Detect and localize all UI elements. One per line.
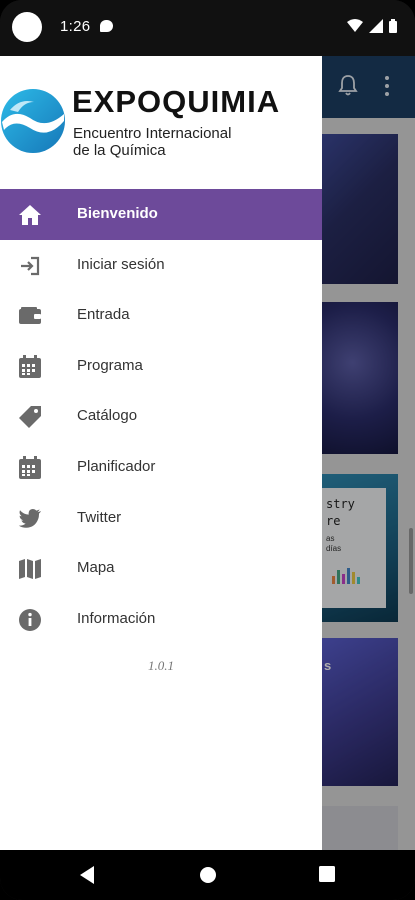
wallet-icon <box>19 307 41 325</box>
camera-cutout <box>12 12 42 42</box>
map-icon <box>19 559 41 580</box>
chat-notification-icon <box>100 20 113 32</box>
phone-screen: 1:26 stry re as días s EXPOQUIMIA Encuen… <box>0 0 415 900</box>
menu-item-planificador[interactable]: Planificador <box>0 442 322 493</box>
home-icon <box>19 205 41 225</box>
menu-item-label: Mapa <box>77 559 115 577</box>
brand-name: EXPOQUIMIA <box>72 84 281 119</box>
signal-icon <box>369 19 383 33</box>
drawer-menu: Bienvenido Iniciar sesión Entrada Progra… <box>0 189 322 644</box>
calendar-icon <box>19 455 41 479</box>
twitter-icon <box>18 508 41 528</box>
info-icon <box>19 608 41 631</box>
menu-item-programa[interactable]: Programa <box>0 341 322 392</box>
system-navigation-bar <box>0 850 415 900</box>
status-icons <box>347 19 397 33</box>
recents-icon[interactable] <box>319 866 335 882</box>
menu-item-bienvenido[interactable]: Bienvenido <box>0 189 322 240</box>
menu-item-catalogo[interactable]: Catálogo <box>0 391 322 442</box>
navigation-drawer: EXPOQUIMIA Encuentro Internacional de la… <box>0 56 322 850</box>
menu-item-informacion[interactable]: Información <box>0 594 322 645</box>
menu-item-twitter[interactable]: Twitter <box>0 493 322 544</box>
home-button-icon[interactable] <box>199 866 217 884</box>
menu-item-label: Catálogo <box>77 407 138 425</box>
brand-tagline: Encuentro Internacional <box>73 125 232 142</box>
menu-item-entrada[interactable]: Entrada <box>0 290 322 341</box>
expoquimia-logo-icon <box>1 89 65 153</box>
wifi-icon <box>347 19 363 32</box>
menu-item-label: Bienvenido <box>77 205 158 222</box>
menu-item-label: Entrada <box>77 306 130 324</box>
menu-item-label: Planificador <box>77 457 156 475</box>
menu-item-iniciar-sesion[interactable]: Iniciar sesión <box>0 240 322 291</box>
status-time: 1:26 <box>60 18 91 35</box>
status-bar: 1:26 <box>0 0 415 56</box>
tag-icon <box>19 406 41 429</box>
menu-item-label: Programa <box>77 356 143 374</box>
menu-item-mapa[interactable]: Mapa <box>0 543 322 594</box>
menu-item-label: Información <box>77 609 156 627</box>
back-icon[interactable] <box>80 866 96 884</box>
menu-item-label: Twitter <box>77 508 122 526</box>
app-version: 1.0.1 <box>148 658 174 673</box>
calendar-icon <box>19 354 41 378</box>
login-icon <box>21 256 40 275</box>
menu-item-label: Iniciar sesión <box>77 255 165 273</box>
battery-icon <box>389 19 397 33</box>
brand-tagline: de la Química <box>73 142 166 159</box>
